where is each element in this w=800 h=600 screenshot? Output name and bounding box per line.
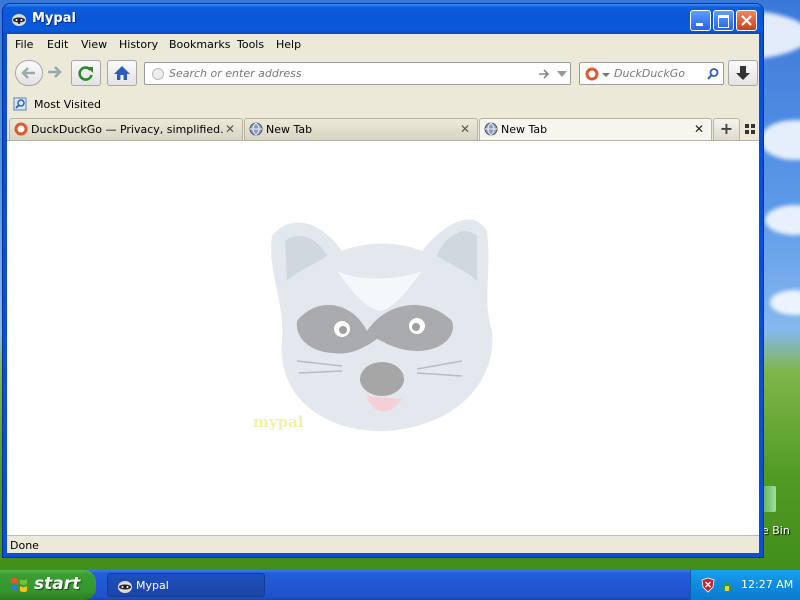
recycle-bin-icon	[762, 486, 776, 512]
menu-help[interactable]: Help	[276, 38, 301, 51]
cloud	[770, 290, 800, 315]
recycle-bin[interactable]: e Bin	[758, 486, 800, 544]
clock: 12:27 AM	[741, 578, 794, 591]
menu-edit[interactable]: Edit	[47, 38, 68, 51]
menu-view[interactable]: View	[81, 38, 107, 51]
menu-bar: File Edit View History Bookmarks Tools H…	[7, 34, 759, 54]
cloud	[765, 205, 800, 235]
tab-new-tab[interactable]: New Tab ✕	[244, 118, 478, 140]
minimize-icon	[696, 23, 703, 26]
reload-icon	[78, 66, 93, 81]
duckduckgo-icon[interactable]	[585, 67, 599, 81]
system-tray: 12:27 AM	[690, 570, 800, 600]
start-button[interactable]: start	[0, 570, 96, 600]
raccoon-icon	[118, 581, 132, 593]
raccoon-icon	[12, 14, 26, 26]
tab-label: New Tab	[501, 123, 548, 136]
taskbar-item-label: Mypal	[136, 579, 169, 592]
url-input[interactable]	[169, 66, 519, 81]
folder-search-icon	[13, 97, 27, 111]
raccoon-logo	[271, 219, 493, 432]
security-shield-icon[interactable]	[701, 577, 715, 593]
site-identity-icon	[152, 68, 164, 80]
globe-icon	[249, 122, 263, 136]
status-bar: Done	[7, 535, 759, 553]
downloads-button[interactable]	[728, 60, 758, 86]
tab-close-icon[interactable]: ✕	[694, 122, 704, 136]
watermark-text: mypal	[253, 413, 304, 431]
taskbar: start Mypal 12:27 AM	[0, 570, 800, 600]
start-label: start	[34, 574, 81, 594]
bookmark-label: Most Visited	[34, 98, 101, 111]
menu-file[interactable]: File	[15, 38, 33, 51]
bookmarks-toolbar: Most Visited	[7, 94, 759, 114]
close-window-button[interactable]	[736, 10, 757, 31]
reload-button[interactable]	[71, 60, 101, 86]
download-arrow-icon	[736, 66, 750, 80]
window-client: File Edit View History Bookmarks Tools H…	[7, 34, 759, 553]
go-arrow-icon[interactable]	[537, 67, 551, 81]
new-tab-button[interactable]: +	[713, 118, 740, 140]
cloud	[760, 120, 800, 160]
list-all-tabs-icon[interactable]	[745, 124, 755, 134]
globe-icon	[484, 122, 498, 136]
url-bar[interactable]	[144, 62, 571, 85]
tab-label: DuckDuckGo — Privacy, simplified.	[31, 123, 224, 136]
forward-button[interactable]	[43, 60, 67, 86]
menu-history[interactable]: History	[119, 38, 158, 51]
close-icon	[741, 15, 752, 26]
tab-label: New Tab	[266, 123, 313, 136]
tab-close-icon[interactable]: ✕	[225, 122, 235, 136]
search-engine-dropdown-icon[interactable]	[602, 71, 610, 79]
plus-icon: +	[719, 119, 734, 138]
search-bar[interactable]	[579, 62, 724, 85]
url-dropdown-icon[interactable]	[556, 68, 568, 80]
menu-tools[interactable]: Tools	[237, 38, 264, 51]
status-text: Done	[10, 539, 39, 552]
duckduckgo-icon	[14, 122, 28, 136]
menu-bookmarks[interactable]: Bookmarks	[169, 38, 230, 51]
search-icon[interactable]	[706, 67, 720, 81]
browser-window: Mypal File Edit View History Bookmarks T…	[3, 4, 763, 557]
page-content[interactable]: mypal	[7, 140, 759, 535]
tab-new-tab-active[interactable]: New Tab ✕	[479, 118, 712, 141]
minimize-button[interactable]	[690, 10, 711, 31]
recycle-bin-label: e Bin	[762, 524, 790, 537]
tab-strip: DuckDuckGo — Privacy, simplified. ✕ New …	[7, 116, 759, 141]
title-bar[interactable]: Mypal	[3, 4, 763, 34]
tab-duckduckgo[interactable]: DuckDuckGo — Privacy, simplified. ✕	[9, 118, 243, 140]
search-input[interactable]	[614, 66, 704, 81]
home-icon	[114, 66, 130, 80]
taskbar-item-mypal[interactable]: Mypal	[107, 573, 265, 597]
back-arrow-icon	[21, 67, 35, 79]
tab-close-icon[interactable]: ✕	[460, 122, 470, 136]
network-icon[interactable]	[719, 577, 735, 593]
maximize-icon	[718, 15, 729, 28]
forward-arrow-icon	[48, 66, 62, 78]
window-title: Mypal	[32, 11, 76, 26]
home-button[interactable]	[107, 60, 137, 86]
navigation-toolbar	[7, 56, 759, 92]
maximize-button[interactable]	[713, 10, 734, 31]
back-button[interactable]	[15, 60, 43, 86]
windows-logo-icon	[11, 577, 27, 593]
